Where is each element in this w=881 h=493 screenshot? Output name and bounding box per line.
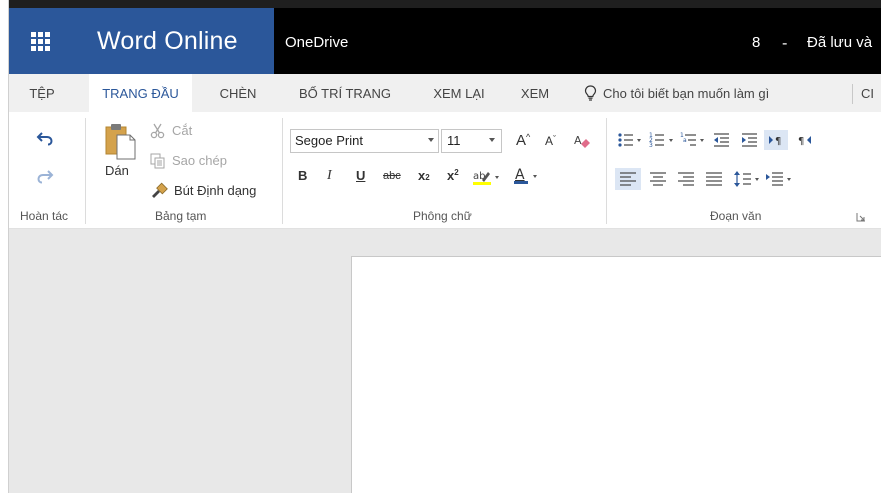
tab-view[interactable]: XEM [514, 74, 556, 112]
font-name-value: Segoe Print [295, 133, 363, 148]
ribbon: Hoàn tác Dán Cắt Sao chép Bút Định dạng … [9, 112, 881, 229]
undo-icon[interactable] [36, 130, 54, 146]
underline-button[interactable]: U [356, 168, 365, 183]
increase-indent-icon [742, 133, 757, 147]
chevron-down-icon [489, 138, 495, 142]
svg-text:A: A [574, 134, 582, 147]
font-group-label: Phông chữ [413, 209, 472, 223]
bold-button[interactable]: B [298, 168, 307, 183]
tab-file[interactable]: TỆP [18, 74, 66, 112]
tab-divider [852, 84, 853, 104]
tab-home[interactable]: TRANG ĐẦU [89, 74, 192, 112]
font-name-dropdown[interactable]: Segoe Print [290, 129, 439, 153]
multilevel-list-icon: 1 a [680, 132, 704, 146]
paragraph-row-2 [615, 168, 791, 190]
title-bar: Word Online OneDrive 8 - Đã lưu và [9, 8, 881, 74]
bullets-icon [618, 133, 641, 147]
cut-label[interactable]: Cắt [172, 123, 192, 138]
tell-me-box[interactable]: Cho tôi biết bạn muốn làm gì [584, 74, 769, 112]
ltr-icon: ¶ [764, 130, 788, 150]
subscript-button[interactable]: x2 [418, 168, 430, 183]
superscript-button[interactable]: x2 [447, 168, 459, 183]
group-divider [606, 118, 607, 224]
title-separator: - [782, 34, 788, 52]
highlight-color-icon[interactable]: ab [472, 168, 502, 186]
font-color-icon[interactable]: A [512, 166, 542, 186]
copy-label[interactable]: Sao chép [172, 153, 227, 168]
tab-review[interactable]: XEM LẠI [425, 74, 493, 112]
align-left-icon [615, 168, 641, 190]
paste-icon[interactable] [103, 122, 137, 160]
svg-text:A: A [515, 167, 525, 183]
document-name[interactable]: 8 [752, 8, 760, 74]
clear-formatting-icon[interactable]: A [573, 132, 591, 150]
decrease-indent-icon [714, 133, 729, 147]
clipboard-group-label: Bảng tạm [155, 209, 207, 223]
save-status: Đã lưu và [807, 34, 873, 51]
window: Word Online OneDrive 8 - Đã lưu và TỆP T… [0, 0, 881, 493]
svg-text:¶: ¶ [775, 136, 781, 147]
paragraph-group-label: Đoạn văn [710, 209, 762, 223]
dialog-launcher-icon[interactable] [856, 212, 866, 222]
paste-label[interactable]: Dán [105, 163, 129, 178]
font-size-dropdown[interactable]: 11 [441, 129, 502, 153]
group-divider [282, 118, 283, 224]
tab-layout[interactable]: BỐ TRÍ TRANG [290, 74, 400, 112]
numbering-icon: 1 2 3 [649, 132, 673, 149]
svg-text:3: 3 [649, 142, 653, 149]
scissors-icon[interactable] [150, 123, 166, 139]
document-page[interactable] [351, 256, 881, 493]
font-size-value: 11 [447, 133, 461, 148]
paragraph-spacing-icon [766, 172, 791, 186]
grow-font-icon[interactable]: A^ [516, 132, 530, 149]
align-center-icon [650, 172, 666, 186]
line-spacing-icon [734, 171, 759, 187]
tab-insert[interactable]: CHÈN [212, 74, 264, 112]
ribbon-tabs: TỆP TRANG ĐẦU CHÈN BỐ TRÍ TRANG XEM LẠI … [9, 74, 881, 112]
chevron-down-icon [428, 138, 434, 142]
svg-text:¶: ¶ [798, 136, 804, 147]
group-divider [85, 118, 86, 224]
app-name[interactable]: Word Online [71, 8, 274, 74]
shrink-font-icon[interactable]: Aˇ [545, 134, 556, 148]
waffle-icon [30, 31, 50, 51]
align-right-icon [678, 172, 694, 186]
svg-text:a: a [683, 137, 687, 144]
rtl-icon: ¶ [798, 136, 811, 147]
onedrive-link[interactable]: OneDrive [285, 8, 348, 74]
justify-icon [706, 172, 722, 186]
app-launcher-button[interactable] [9, 8, 71, 74]
format-painter-icon[interactable] [150, 182, 168, 198]
lightbulb-icon [584, 85, 597, 101]
window-top-edge [9, 0, 881, 8]
tab-overflow[interactable]: CI [861, 74, 874, 112]
tell-me-text: Cho tôi biết bạn muốn làm gì [603, 86, 770, 101]
format-painter-label[interactable]: Bút Định dạng [174, 183, 256, 198]
undo-group-label: Hoàn tác [20, 209, 69, 223]
paragraph-row-1: 1 2 3 1 a ¶ ¶ [618, 130, 811, 150]
italic-button[interactable]: I [327, 168, 332, 184]
redo-icon[interactable] [36, 168, 54, 184]
window-left-edge [0, 0, 9, 493]
copy-icon[interactable] [150, 153, 166, 169]
strikethrough-button[interactable]: abc [383, 170, 401, 182]
